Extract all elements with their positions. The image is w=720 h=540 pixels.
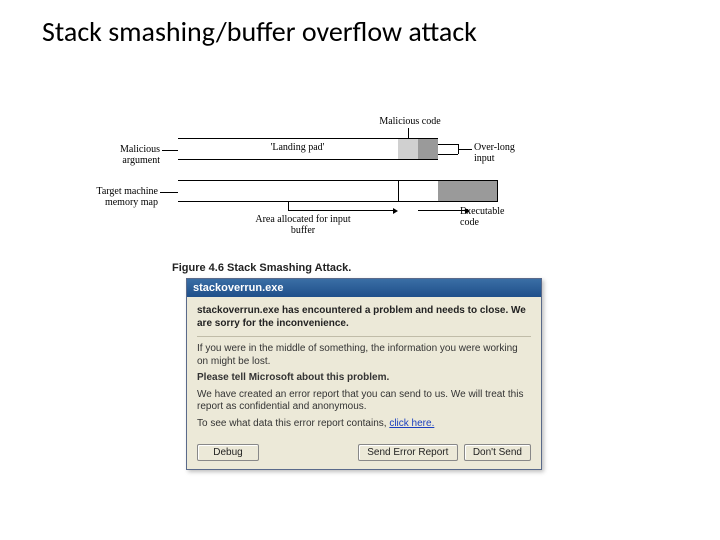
click-here-link[interactable]: click here. (389, 418, 434, 429)
dialog-titlebar[interactable]: stackoverrun.exe (187, 279, 541, 297)
label-executable-code: Executable code (460, 206, 524, 228)
label-area-allocated: Area allocated for input buffer (248, 214, 358, 236)
label-landing-pad: 'Landing pad' (250, 142, 345, 153)
slide-title: Stack smashing/buffer overflow attack (42, 14, 477, 49)
label-target-memory-map: Target machine memory map (86, 186, 158, 208)
figure-caption: Figure 4.6 Stack Smashing Attack. (172, 262, 351, 274)
dialog-tell-body: We have created an error report that you… (197, 389, 531, 414)
stack-smash-diagram: Malicious argument 'Landing pad' Malicio… (160, 122, 560, 252)
dialog-see-line: To see what data this error report conta… (197, 418, 531, 431)
label-malicious-argument: Malicious argument (100, 144, 160, 166)
label-overlong-input: Over-long input (474, 142, 534, 164)
send-error-report-button[interactable]: Send Error Report (358, 444, 458, 461)
dialog-see-prefix: To see what data this error report conta… (197, 418, 389, 429)
dont-send-button[interactable]: Don't Send (464, 444, 531, 461)
debug-button[interactable]: Debug (197, 444, 259, 461)
dialog-info-lost: If you were in the middle of something, … (197, 343, 531, 368)
dialog-title-text: stackoverrun.exe (193, 282, 284, 294)
label-malicious-code: Malicious code (370, 116, 450, 127)
error-dialog: stackoverrun.exe stackoverrun.exe has en… (186, 278, 542, 470)
dialog-tell-heading: Please tell Microsoft about this problem… (197, 372, 531, 385)
dialog-main-message: stackoverrun.exe has encountered a probl… (197, 305, 531, 330)
